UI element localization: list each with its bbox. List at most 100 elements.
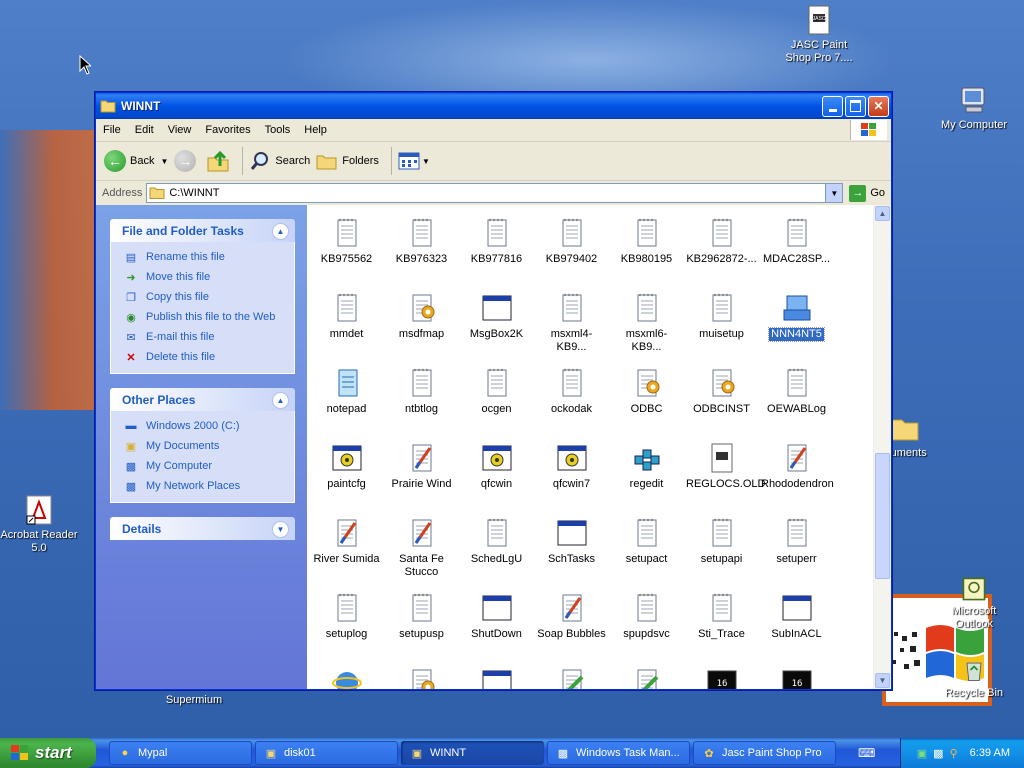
back-button[interactable]: ← Back ▼	[104, 150, 168, 172]
desktop-icon-paintshop[interactable]: JASC JASC Paint Shop Pro 7....	[779, 4, 859, 65]
file-item[interactable]: Soap Bubbles	[534, 592, 609, 641]
file-item[interactable]: KB980195	[609, 217, 684, 266]
file-item[interactable]: ODBC	[609, 367, 684, 416]
views-button[interactable]: ▼	[398, 152, 430, 170]
file-item[interactable]: qfcwin	[459, 442, 534, 491]
folders-button[interactable]: Folders	[316, 151, 379, 171]
other-places-header[interactable]: Other Places ▲	[110, 388, 295, 411]
close-button[interactable]: ✕	[868, 95, 889, 117]
collapse-icon[interactable]: ▲	[272, 223, 289, 240]
file-item[interactable]: Santa Fe Stucco	[384, 517, 459, 579]
file-item[interactable]: KB977816	[459, 217, 534, 266]
file-item[interactable]: qfcwin7	[534, 442, 609, 491]
file-item[interactable]: 16	[759, 667, 834, 689]
file-item[interactable]	[309, 667, 384, 689]
task-delete[interactable]: ✕ Delete this file	[123, 347, 294, 367]
network-icon[interactable]: ▩	[933, 747, 943, 760]
file-item[interactable]: Rhododendron	[759, 442, 834, 491]
file-item[interactable]: msxml6-KB9...	[609, 292, 684, 354]
scroll-up-button[interactable]: ▲	[875, 206, 890, 221]
task-publish[interactable]: ◉ Publish this file to the Web	[123, 307, 294, 327]
desktop-icon-supermium[interactable]: Supermium	[154, 694, 234, 707]
file-item[interactable]: KB976323	[384, 217, 459, 266]
explorer-window[interactable]: WINNT ✕ File Edit View Favorites Tools H…	[95, 92, 892, 690]
file-item[interactable]: mmdet	[309, 292, 384, 341]
place-my-computer[interactable]: ▩ My Computer	[123, 456, 294, 476]
file-item[interactable]: MsgBox2K	[459, 292, 534, 341]
file-item[interactable]: OEWABLog	[759, 367, 834, 416]
file-folder-tasks-header[interactable]: File and Folder Tasks ▲	[110, 219, 295, 242]
place-windows-drive[interactable]: ▬ Windows 2000 (C:)	[123, 416, 294, 436]
up-folder-button[interactable]	[206, 150, 230, 172]
file-item[interactable]: ockodak	[534, 367, 609, 416]
task-move[interactable]: ➜ Move this file	[123, 267, 294, 287]
task-task-manager[interactable]: ▩ Windows Task Man...	[547, 741, 690, 765]
file-item[interactable]: KB2962872-...	[684, 217, 759, 266]
file-item[interactable]: SchedLgU	[459, 517, 534, 566]
menu-edit[interactable]: Edit	[128, 124, 161, 136]
file-list-pane[interactable]: KB975562 KB976323 KB977816 KB979402 KB980195…	[307, 205, 891, 689]
file-item[interactable]: msxml4-KB9...	[534, 292, 609, 354]
desktop-icon-outlook[interactable]: Microsoft Outlook	[934, 576, 1014, 631]
tray-app-icon[interactable]: ▣	[917, 747, 927, 760]
go-button[interactable]: → Go	[849, 184, 885, 202]
file-item[interactable]: ODBCINST	[684, 367, 759, 416]
file-item[interactable]: setupusp	[384, 592, 459, 641]
file-item[interactable]: SubInACL	[759, 592, 834, 641]
address-dropdown-button[interactable]: ▼	[825, 184, 843, 202]
file-item[interactable]	[459, 667, 534, 689]
file-item[interactable]: regedit	[609, 442, 684, 491]
file-item[interactable]: spupdsvc	[609, 592, 684, 641]
window-titlebar[interactable]: WINNT ✕	[96, 93, 891, 119]
file-item[interactable]: muisetup	[684, 292, 759, 341]
task-copy[interactable]: ❐ Copy this file	[123, 287, 294, 307]
forward-button[interactable]: →	[174, 150, 200, 172]
file-item[interactable]: KB975562	[309, 217, 384, 266]
file-item[interactable]	[384, 667, 459, 689]
scroll-down-button[interactable]: ▼	[875, 673, 890, 688]
file-item[interactable]: REGLOCS.OLD	[684, 442, 765, 491]
collapse-icon[interactable]: ▲	[272, 392, 289, 409]
file-item[interactable]: ntbtlog	[384, 367, 459, 416]
scroll-thumb[interactable]	[875, 453, 890, 579]
file-item[interactable]: ocgen	[459, 367, 534, 416]
file-item[interactable]: setuperr	[759, 517, 834, 566]
search-icon[interactable]: ⚲	[950, 747, 958, 760]
minimize-button[interactable]	[822, 95, 843, 117]
search-button[interactable]: Search	[249, 150, 310, 172]
menu-help[interactable]: Help	[297, 124, 334, 136]
desktop-icon-recycle-bin[interactable]: Recycle Bin	[934, 656, 1014, 700]
file-item[interactable]: River Sumida	[309, 517, 384, 566]
task-paint-shop-pro[interactable]: ✿ Jasc Paint Shop Pro	[693, 741, 836, 765]
file-item[interactable]: msdfmap	[384, 292, 459, 341]
file-item[interactable]	[609, 667, 684, 689]
task-disk01[interactable]: ▣ disk01	[255, 741, 398, 765]
address-input[interactable]: C:\WINNT ▼	[146, 183, 844, 203]
start-button[interactable]: start	[0, 738, 96, 768]
file-item[interactable]: setupact	[609, 517, 684, 566]
file-item[interactable]: MDAC28SP...	[759, 217, 834, 266]
file-item[interactable]: setuplog	[309, 592, 384, 641]
file-item[interactable]: Prairie Wind	[384, 442, 459, 491]
details-header[interactable]: Details ▼	[110, 517, 295, 540]
file-item[interactable]: 16	[684, 667, 759, 689]
menu-view[interactable]: View	[161, 124, 199, 136]
keyboard-icon[interactable]: ⌨	[858, 746, 875, 760]
desktop-icon-my-computer[interactable]: My Computer	[934, 84, 1014, 132]
menu-file[interactable]: File	[96, 124, 128, 136]
task-email[interactable]: ✉ E-mail this file	[123, 327, 294, 347]
file-item[interactable]: NNN4NT5	[759, 292, 834, 342]
file-item[interactable]: setupapi	[684, 517, 759, 566]
maximize-button[interactable]	[845, 95, 866, 117]
task-winnt[interactable]: ▣ WINNT	[401, 741, 544, 765]
file-item[interactable]: notepad	[309, 367, 384, 416]
task-mypal[interactable]: ● Mypal	[109, 741, 252, 765]
file-item[interactable]: SchTasks	[534, 517, 609, 566]
place-my-documents[interactable]: ▣ My Documents	[123, 436, 294, 456]
file-item[interactable]: KB979402	[534, 217, 609, 266]
file-item[interactable]	[534, 667, 609, 689]
file-item[interactable]: Sti_Trace	[684, 592, 759, 641]
vertical-scrollbar[interactable]: ▲ ▼	[873, 205, 891, 689]
clock[interactable]: 6:39 AM	[970, 747, 1010, 759]
desktop-icon-acrobat[interactable]: Acrobat Reader 5.0	[0, 494, 79, 555]
